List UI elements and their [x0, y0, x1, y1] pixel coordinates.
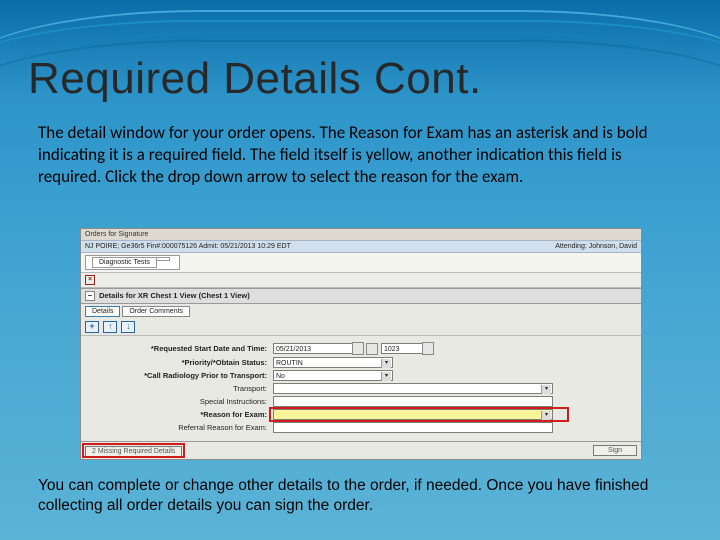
sign-button[interactable]: Sign: [593, 445, 637, 456]
row-referral-reason: Referral Reason for Exam:: [87, 422, 635, 433]
section-head-order-name: XR Chest 1 View (Chest 1 View): [138, 291, 250, 300]
row-reason: *Reason for Exam: ▾: [87, 409, 635, 420]
row-special-instructions: Special Instructions:: [87, 396, 635, 407]
label-priority: *Priority/*Obtain Status:: [87, 358, 273, 367]
annotation-highlight: [156, 257, 170, 261]
input-referral-reason[interactable]: [273, 422, 553, 433]
label-start-datetime: *Requested Start Date and Time:: [87, 344, 273, 353]
section-head-prefix: Details for: [99, 291, 138, 300]
input-start-date[interactable]: 05/21/2013: [273, 343, 353, 354]
calendar-icon[interactable]: [366, 343, 378, 355]
select-transport[interactable]: ▾: [273, 383, 553, 394]
patient-info-right: Attending: Johnson, David: [555, 243, 637, 250]
label-referral-reason: Referral Reason for Exam:: [87, 423, 273, 432]
slide-paragraph-bottom: You can complete or change other details…: [38, 476, 674, 516]
slide-title: Required Details Cont.: [28, 54, 482, 104]
row-priority: *Priority/*Obtain Status: ROUTIN ▾: [87, 357, 635, 368]
input-special-instructions[interactable]: [273, 396, 553, 407]
label-transport: Transport:: [87, 384, 273, 393]
row-pretransport: *Call Radiology Prior to Transport: No ▾: [87, 370, 635, 381]
input-start-time[interactable]: 1023: [381, 343, 423, 354]
patient-info-left: NJ POIRE; Ge36r5 Fin#:000075126 Admit: 0…: [85, 243, 291, 250]
row-transport: Transport: ▾: [87, 383, 635, 394]
detail-action-bar: + ↑ ↓: [81, 319, 641, 336]
tab-order-comments-label: Order Comments: [129, 308, 183, 315]
tab-diagnostic-tests[interactable]: Diagnostic Tests: [85, 255, 180, 270]
label-special-instructions: Special Instructions:: [87, 397, 273, 406]
embedded-app-window: Orders for Signature NJ POIRE; Ge36r5 Fi…: [80, 228, 642, 460]
tab-label: Diagnostic Tests: [92, 257, 157, 268]
details-section-header: − Details for XR Chest 1 View (Chest 1 V…: [81, 288, 641, 304]
tab-details[interactable]: Details: [85, 306, 120, 317]
app-title-text: Orders for Signature: [85, 231, 148, 238]
scroll-up-icon[interactable]: ↑: [103, 321, 117, 333]
chevron-down-icon[interactable]: ▾: [381, 359, 391, 368]
row-start-datetime: *Requested Start Date and Time: 05/21/20…: [87, 342, 635, 355]
add-icon[interactable]: +: [85, 321, 99, 333]
collapse-toggle-icon[interactable]: −: [85, 291, 95, 301]
chevron-down-icon[interactable]: ▾: [381, 372, 391, 381]
date-spinner[interactable]: [352, 342, 364, 355]
delete-icon[interactable]: ×: [85, 275, 95, 285]
scroll-down-icon[interactable]: ↓: [121, 321, 135, 333]
detail-tabs: Details Order Comments: [81, 304, 641, 319]
annotation-highlight: [82, 443, 185, 458]
select-priority-value: ROUTIN: [274, 360, 303, 367]
tab-order-comments[interactable]: Order Comments: [122, 306, 190, 317]
chevron-down-icon[interactable]: ▾: [541, 385, 551, 394]
select-pretransport[interactable]: No ▾: [273, 370, 393, 381]
annotation-highlight: [269, 407, 569, 422]
slide: Required Details Cont. The detail window…: [0, 0, 720, 540]
app-footer: 2 Missing Required Details Sign: [81, 441, 641, 459]
category-tab-row: Diagnostic Tests: [81, 253, 641, 273]
label-reason: *Reason for Exam:: [87, 410, 273, 419]
order-toolbar: ×: [81, 273, 641, 288]
tab-details-label: Details: [92, 308, 113, 315]
select-priority[interactable]: ROUTIN ▾: [273, 357, 393, 368]
patient-info-bar: NJ POIRE; Ge36r5 Fin#:000075126 Admit: 0…: [81, 240, 641, 253]
slide-paragraph-top: The detail window for your order opens. …: [38, 122, 674, 187]
time-spinner[interactable]: [422, 342, 434, 355]
sign-button-label: Sign: [608, 447, 622, 454]
order-details-form: *Requested Start Date and Time: 05/21/20…: [81, 336, 641, 441]
app-titlebar: Orders for Signature: [81, 229, 641, 240]
label-pretransport: *Call Radiology Prior to Transport:: [87, 371, 273, 380]
select-pretransport-value: No: [274, 373, 285, 380]
